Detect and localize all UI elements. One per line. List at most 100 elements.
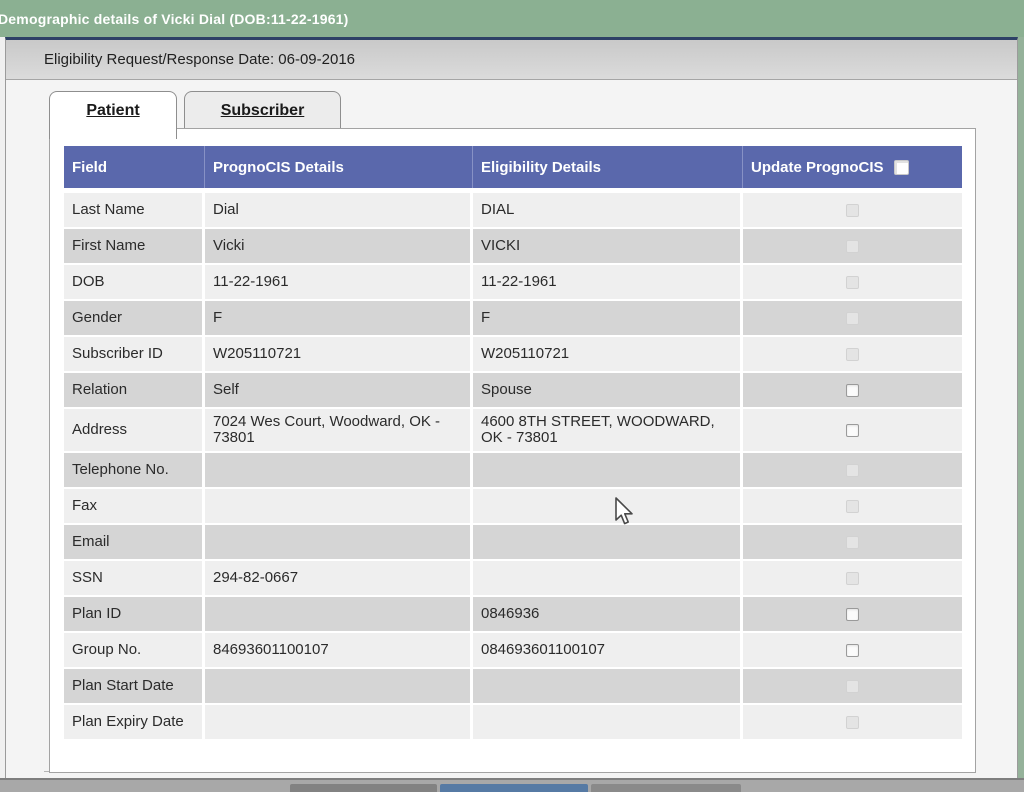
table-row: Relation Self Spouse (64, 373, 962, 407)
eligibility-value-cell: DIAL (473, 193, 740, 227)
update-checkbox-cell (743, 705, 962, 739)
table-row: First Name Vicki VICKI (64, 229, 962, 263)
window-titlebar: Demographic details of Vicki Dial (DOB:1… (0, 0, 1024, 37)
prognocis-value-cell: F (205, 301, 470, 335)
update-all-checkbox[interactable] (894, 160, 909, 175)
table-row: Address 7024 Wes Court, Woodward, OK - 7… (64, 409, 962, 451)
demographics-table: Field PrognoCIS Details Eligibility Deta… (64, 146, 962, 739)
field-name-cell: First Name (64, 229, 202, 263)
update-checkbox-cell (743, 301, 962, 335)
prognocis-value-cell (205, 453, 470, 487)
field-name-cell: SSN (64, 561, 202, 595)
eligibility-value-cell: 11-22-1961 (473, 265, 740, 299)
update-checkbox (846, 348, 859, 361)
update-checkbox-cell (743, 409, 962, 451)
prognocis-value-cell: 294-82-0667 (205, 561, 470, 595)
eligibility-value-cell: VICKI (473, 229, 740, 263)
table-row: Plan Start Date (64, 669, 962, 703)
screen: { "window": { "title": "Demographic deta… (0, 0, 1024, 792)
eligibility-dialog: Eligibility Request/Response Date: 06-09… (5, 37, 1018, 792)
eligibility-value-cell: F (473, 301, 740, 335)
update-checkbox-cell (743, 597, 962, 631)
field-name-cell: Subscriber ID (64, 337, 202, 371)
field-name-cell: Plan Start Date (64, 669, 202, 703)
tab-bar: Patient Subscriber (49, 91, 341, 139)
table-row: Telephone No. (64, 453, 962, 487)
table-header-row: Field PrognoCIS Details Eligibility Deta… (64, 146, 962, 188)
table-row: Group No. 84693601100107 084693601100107 (64, 633, 962, 667)
update-checkbox (846, 312, 859, 325)
eligibility-value-cell (473, 453, 740, 487)
update-checkbox-cell (743, 489, 962, 523)
prognocis-value-cell (205, 705, 470, 739)
eligibility-value-cell (473, 669, 740, 703)
eligibility-value-cell (473, 561, 740, 595)
tab-subscriber[interactable]: Subscriber (184, 91, 341, 128)
column-header-update-prognocis: Update PrognoCIS (743, 146, 962, 188)
eligibility-value-cell: Spouse (473, 373, 740, 407)
update-checkbox[interactable] (846, 384, 859, 397)
field-name-cell: Plan ID (64, 597, 202, 631)
footer-button-middle[interactable] (440, 784, 588, 792)
column-header-eligibility-details: Eligibility Details (473, 146, 743, 188)
prognocis-value-cell: W205110721 (205, 337, 470, 371)
prognocis-value-cell (205, 669, 470, 703)
field-name-cell: Relation (64, 373, 202, 407)
tab-patient[interactable]: Patient (49, 91, 177, 139)
window-title: Demographic details of Vicki Dial (DOB:1… (0, 11, 349, 27)
prognocis-value-cell (205, 597, 470, 631)
table-row: Gender F F (64, 301, 962, 335)
mouse-cursor (613, 497, 635, 527)
prognocis-value-cell: Dial (205, 193, 470, 227)
column-header-prognocis-details: PrognoCIS Details (205, 146, 473, 188)
update-checkbox-cell (743, 229, 962, 263)
footer-strip (0, 778, 1024, 792)
prognocis-value-cell: Vicki (205, 229, 470, 263)
table-row: Last Name Dial DIAL (64, 193, 962, 227)
field-name-cell: Gender (64, 301, 202, 335)
prognocis-value-cell: 7024 Wes Court, Woodward, OK - 73801 (205, 409, 470, 451)
field-name-cell: Plan Expiry Date (64, 705, 202, 739)
update-checkbox-cell (743, 193, 962, 227)
prognocis-value-cell (205, 489, 470, 523)
table-row: Plan ID 0846936 (64, 597, 962, 631)
prognocis-value-cell: 84693601100107 (205, 633, 470, 667)
details-panel: Field PrognoCIS Details Eligibility Deta… (49, 128, 976, 773)
update-checkbox (846, 276, 859, 289)
update-checkbox (846, 240, 859, 253)
update-checkbox (846, 716, 859, 729)
eligibility-value-cell: W205110721 (473, 337, 740, 371)
update-checkbox (846, 204, 859, 217)
tab-subscriber-label: Subscriber (221, 102, 305, 120)
eligibility-value-cell: 0846936 (473, 597, 740, 631)
field-name-cell: Last Name (64, 193, 202, 227)
tab-patient-label: Patient (86, 102, 139, 120)
update-checkbox-cell (743, 633, 962, 667)
field-name-cell: Email (64, 525, 202, 559)
eligibility-date-label: Eligibility Request/Response Date: 06-09… (6, 51, 355, 68)
eligibility-value-cell (473, 489, 740, 523)
update-checkbox (846, 680, 859, 693)
table-row: DOB 11-22-1961 11-22-1961 (64, 265, 962, 299)
update-checkbox (846, 464, 859, 477)
update-checkbox-cell (743, 373, 962, 407)
update-checkbox[interactable] (846, 644, 859, 657)
field-name-cell: DOB (64, 265, 202, 299)
update-checkbox-cell (743, 669, 962, 703)
update-checkbox-cell (743, 561, 962, 595)
table-row: Email (64, 525, 962, 559)
column-header-field: Field (64, 146, 205, 188)
update-checkbox (846, 500, 859, 513)
table-row: Fax (64, 489, 962, 523)
update-checkbox[interactable] (846, 424, 859, 437)
eligibility-value-cell (473, 705, 740, 739)
footer-button-right[interactable] (591, 784, 741, 792)
footer-button-left[interactable] (290, 784, 437, 792)
update-checkbox[interactable] (846, 608, 859, 621)
eligibility-value-cell: 084693601100107 (473, 633, 740, 667)
prognocis-value-cell: 11-22-1961 (205, 265, 470, 299)
table-body: Last Name Dial DIAL First Name Vicki VIC… (64, 193, 962, 739)
field-name-cell: Fax (64, 489, 202, 523)
update-checkbox-cell (743, 265, 962, 299)
table-row: Plan Expiry Date (64, 705, 962, 739)
